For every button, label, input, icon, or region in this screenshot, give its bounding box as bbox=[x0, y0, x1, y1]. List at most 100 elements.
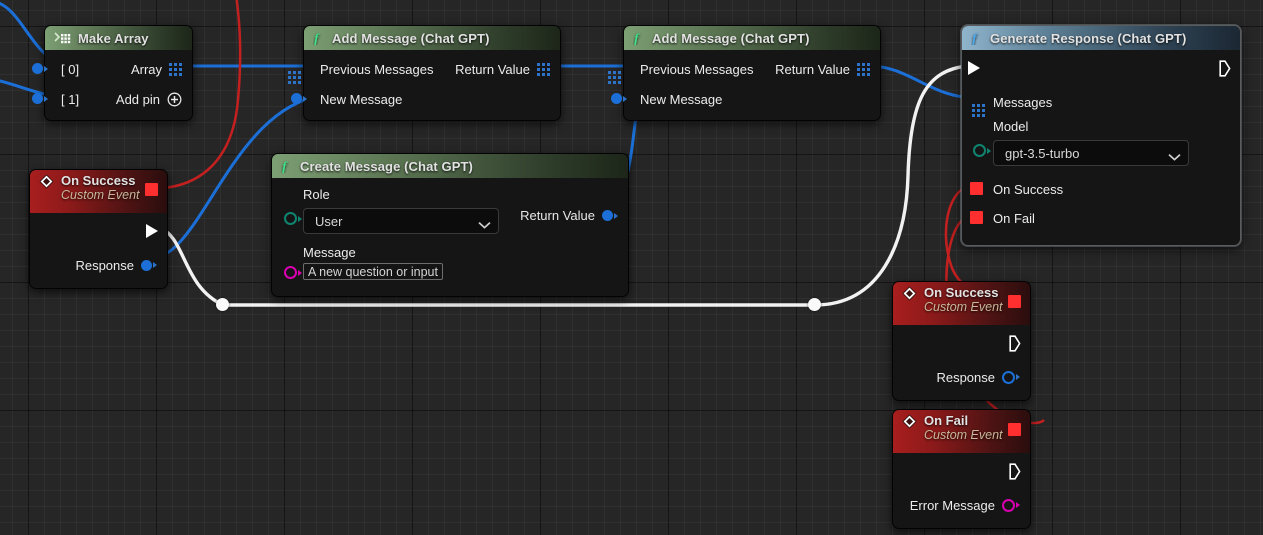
event-diamond-icon bbox=[39, 174, 54, 189]
pin-row-error-message: Error Message bbox=[893, 494, 1030, 516]
pin-row-response: Response bbox=[30, 254, 167, 276]
function-icon: f bbox=[633, 31, 645, 45]
array-pin-return-value[interactable] bbox=[857, 62, 870, 76]
pin-label-response: Response bbox=[75, 257, 134, 273]
message-input[interactable]: A new question or input bbox=[303, 263, 443, 280]
exec-out-pin[interactable] bbox=[1009, 463, 1021, 485]
array-pin-return-value[interactable] bbox=[537, 62, 550, 76]
node-header[interactable]: On Success Custom Event bbox=[30, 170, 167, 213]
pin-row-array-1: [ 1] Add pin bbox=[32, 88, 192, 110]
pin-label: [ 1] bbox=[61, 91, 80, 107]
role-dropdown[interactable]: User bbox=[303, 208, 499, 234]
exec-out-pin[interactable] bbox=[1009, 335, 1021, 357]
model-dropdown[interactable]: gpt-3.5-turbo bbox=[993, 140, 1189, 166]
array-pin-previous-messages[interactable] bbox=[288, 62, 301, 84]
exec-out-pin[interactable] bbox=[146, 224, 158, 238]
node-title: Generate Response (Chat GPT) bbox=[990, 30, 1187, 46]
pin-row-new-message: New Message bbox=[611, 88, 880, 110]
pin-row-previous-messages: Previous Messages Return Value bbox=[288, 58, 560, 84]
node-title: On Success bbox=[924, 285, 999, 300]
array-pin-messages[interactable] bbox=[972, 95, 985, 117]
delegate-pin-on-success[interactable] bbox=[970, 182, 983, 195]
node-header[interactable]: f Add Message (Chat GPT) bbox=[304, 26, 560, 50]
node-subtitle: Custom Event bbox=[924, 300, 1003, 315]
node-on-success-left[interactable]: On Success Custom Event Response bbox=[29, 169, 168, 289]
node-header[interactable]: On Fail Custom Event bbox=[893, 410, 1030, 453]
pin-label-on-fail: On Fail bbox=[993, 210, 1035, 226]
function-icon: f bbox=[971, 31, 983, 45]
node-header[interactable]: f Create Message (Chat GPT) bbox=[272, 154, 628, 178]
delegate-pin-event[interactable] bbox=[1008, 423, 1021, 436]
svg-text:f: f bbox=[314, 32, 320, 45]
pin-label: New Message bbox=[320, 91, 403, 107]
pin-row-array-0: [ 0] Array bbox=[32, 58, 192, 80]
pin-row-response: Response bbox=[893, 366, 1030, 388]
event-diamond-icon bbox=[902, 286, 917, 301]
pin-label: Previous Messages bbox=[320, 61, 434, 77]
pin-label-messages: Messages bbox=[993, 94, 1053, 110]
node-header[interactable]: f Add Message (Chat GPT) bbox=[624, 26, 880, 50]
object-pin-new-message[interactable] bbox=[611, 93, 627, 104]
plus-circle-icon bbox=[167, 92, 182, 107]
node-make-array[interactable]: Make Array [ 0] Array [1] Add pin bbox=[32, 25, 193, 121]
pin-row-new-message: New Message bbox=[291, 88, 560, 110]
event-diamond-icon bbox=[902, 414, 917, 429]
delegate-pin-event[interactable] bbox=[1008, 295, 1021, 308]
role-label: Role bbox=[303, 187, 330, 202]
node-generate-response[interactable]: f Generate Response (Chat GPT) Messages … bbox=[961, 25, 1241, 246]
add-pin-label: Add pin bbox=[115, 91, 160, 107]
node-create-message[interactable]: f Create Message (Chat GPT) Return Value… bbox=[271, 153, 629, 297]
node-add-message-2[interactable]: f Add Message (Chat GPT) Previous Messag… bbox=[608, 25, 881, 121]
svg-text:f: f bbox=[634, 32, 640, 45]
svg-text:f: f bbox=[972, 32, 978, 45]
field-message: Message A new question or input bbox=[272, 246, 628, 280]
pin-label-return-value: Return Value bbox=[455, 61, 530, 77]
blueprint-graph-canvas[interactable]: Make Array [ 0] Array [1] Add pin f Add… bbox=[0, 0, 1263, 535]
object-pin-response[interactable] bbox=[1002, 370, 1020, 384]
node-header[interactable]: Make Array bbox=[45, 26, 192, 50]
object-pin-response[interactable] bbox=[141, 259, 157, 271]
message-label: Message bbox=[303, 245, 356, 260]
model-label: Model bbox=[993, 119, 1029, 134]
node-header[interactable]: On Success Custom Event bbox=[893, 282, 1030, 325]
node-title: Make Array bbox=[78, 30, 149, 46]
exec-in-pin[interactable] bbox=[968, 61, 980, 75]
pin-row-exec-out bbox=[893, 463, 1030, 480]
add-pin-button[interactable]: Add pin bbox=[116, 92, 182, 107]
string-pin-message[interactable] bbox=[284, 266, 302, 279]
exec-reroute-knot-left[interactable] bbox=[216, 298, 229, 311]
pin-row-previous-messages: Previous Messages Return Value bbox=[608, 58, 880, 84]
pin-row-on-success: On Success bbox=[962, 178, 1240, 200]
model-value: gpt-3.5-turbo bbox=[1005, 145, 1080, 161]
array-pin-previous-messages[interactable] bbox=[608, 62, 621, 84]
role-value: User bbox=[315, 213, 343, 229]
pin-label: [ 0] bbox=[61, 61, 80, 77]
enum-pin-model[interactable] bbox=[973, 144, 991, 157]
node-on-fail[interactable]: On Fail Custom Event Error Message bbox=[892, 409, 1031, 529]
pin-label-on-success: On Success bbox=[993, 181, 1064, 197]
object-pin-new-message[interactable] bbox=[291, 93, 307, 104]
array-node-icon bbox=[54, 31, 71, 45]
node-add-message-1[interactable]: f Add Message (Chat GPT) Previous Messag… bbox=[288, 25, 561, 121]
node-title: Add Message (Chat GPT) bbox=[332, 30, 490, 46]
pin-label-response: Response bbox=[936, 369, 995, 385]
node-header[interactable]: f Generate Response (Chat GPT) bbox=[962, 26, 1240, 50]
pin-label: New Message bbox=[640, 91, 723, 107]
node-on-success-right[interactable]: On Success Custom Event Response bbox=[892, 281, 1031, 401]
chevron-down-icon bbox=[478, 217, 491, 229]
delegate-pin-on-fail[interactable] bbox=[970, 211, 983, 224]
pin-row-exec bbox=[962, 60, 1240, 78]
string-pin-error-message[interactable] bbox=[1002, 498, 1020, 512]
object-pin-array-1[interactable] bbox=[32, 93, 48, 104]
pin-label-return-value: Return Value bbox=[775, 61, 850, 77]
delegate-pin-event[interactable] bbox=[145, 183, 158, 196]
exec-reroute-knot-right[interactable] bbox=[808, 298, 821, 311]
object-pin-array-0[interactable] bbox=[32, 63, 48, 74]
node-title: On Fail bbox=[924, 413, 969, 428]
node-subtitle: Custom Event bbox=[924, 428, 1003, 443]
function-icon: f bbox=[281, 159, 293, 173]
node-subtitle: Custom Event bbox=[61, 188, 140, 203]
enum-pin-role[interactable] bbox=[284, 212, 302, 225]
exec-out-pin[interactable] bbox=[1219, 60, 1231, 82]
array-pin-out[interactable] bbox=[169, 62, 182, 76]
